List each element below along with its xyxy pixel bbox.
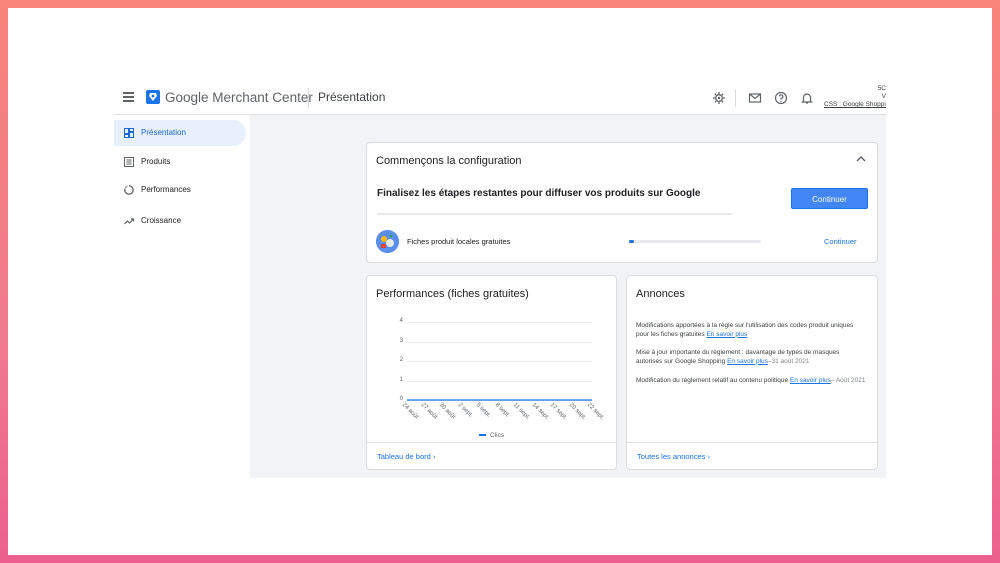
- mail-icon[interactable]: [748, 91, 762, 105]
- toolbar-divider: [735, 89, 736, 107]
- app-logo-text: Google Merchant Center: [165, 90, 313, 105]
- notifications-icon[interactable]: [800, 91, 814, 105]
- sidebar: Présentation Produits Performances Crois…: [114, 115, 250, 478]
- announcements-card-footer: Toutes les annonces ›: [627, 442, 877, 469]
- sidebar-item-label: Performances: [141, 185, 191, 194]
- account-id: 5C: [877, 85, 886, 92]
- account-css: CSS : Google Shopping: [824, 101, 886, 108]
- announcement-item: Mise à jour importante du règlement : da…: [636, 349, 866, 366]
- setup-card: Commençons la configuration Finalisez le…: [366, 142, 878, 263]
- sidebar-item-performances[interactable]: Performances: [114, 177, 246, 203]
- gear-icon[interactable]: [712, 91, 726, 105]
- announcement-item: Modifications apportées à la règle sur l…: [636, 322, 866, 339]
- task-progress-fill: [629, 240, 635, 243]
- announcement-date: –31 août 2021: [767, 357, 810, 365]
- learn-more-link[interactable]: En savoir plus: [706, 331, 747, 338]
- sidebar-item-croissance[interactable]: Croissance: [114, 208, 246, 234]
- dashboard-icon: [124, 128, 134, 138]
- task-continue-link[interactable]: Continuer: [824, 237, 857, 246]
- dashboard-link-label: Tableau de bord: [377, 452, 431, 461]
- continue-button[interactable]: Continuer: [791, 188, 868, 209]
- sidebar-item-label: Produits: [141, 157, 171, 166]
- learn-more-link[interactable]: En savoir plus: [790, 377, 831, 384]
- performance-card: Performances (fiches gratuites) 0 1 2 3 4 24 …: [366, 275, 617, 470]
- learn-more-link[interactable]: En savoir plus: [727, 358, 768, 365]
- merchant-center-logo-icon: [146, 90, 160, 104]
- sidebar-item-label: Présentation: [141, 128, 186, 137]
- chart-legend: Clics: [479, 432, 504, 439]
- announcements-card: Annonces Modifications apportées à la rè…: [626, 275, 878, 470]
- announcement-date: – Août 2021: [830, 377, 866, 384]
- sidebar-item-produits[interactable]: Produits: [114, 149, 246, 175]
- performance-card-footer: Tableau de bord ›: [367, 442, 616, 469]
- setup-progress-line: [377, 213, 733, 215]
- chevron-up-icon[interactable]: [855, 154, 867, 164]
- sidebar-item-presentation[interactable]: Présentation: [114, 120, 246, 146]
- account-switcher[interactable]: 5C V CSS : Google Shopping: [824, 85, 886, 109]
- donut-icon: [124, 185, 134, 195]
- list-icon: [124, 157, 134, 167]
- main-content: Commençons la configuration Finalisez le…: [250, 115, 886, 478]
- help-icon[interactable]: [774, 91, 788, 105]
- task-progress-bar: [629, 240, 761, 243]
- task-label: Fiches produit locales gratuites: [407, 237, 511, 246]
- header-divider: [308, 88, 309, 108]
- trending-up-icon: [124, 218, 134, 225]
- sidebar-item-label: Croissance: [141, 216, 182, 225]
- all-announcements-link[interactable]: Toutes les annonces ›: [637, 452, 710, 461]
- local-listings-avatar: [376, 230, 399, 253]
- legend-swatch: [479, 434, 486, 437]
- dashboard-link[interactable]: Tableau de bord ›: [377, 452, 435, 461]
- all-announcements-label: Toutes les annonces: [637, 452, 706, 461]
- account-line-2: V: [881, 93, 886, 100]
- legend-label: Clics: [490, 432, 505, 439]
- top-bar: Google Merchant Center Présentation 5C V…: [114, 82, 886, 115]
- local-listings-icon: [376, 230, 399, 253]
- announcements-card-title: Annonces: [636, 288, 685, 300]
- page-title: Présentation: [318, 90, 386, 104]
- clicks-chart: 0 1 2 3 4 24 août 27 août 30 août 2 sept. 5 sept.…: [367, 276, 618, 444]
- announcement-text: Modification du règlement relatif au con…: [636, 377, 789, 384]
- merchant-center-app: Google Merchant Center Présentation 5C V…: [114, 82, 886, 478]
- menu-icon[interactable]: [123, 92, 134, 102]
- announcement-item: Modification du règlement relatif au con…: [636, 377, 866, 386]
- setup-heading: Finalisez les étapes restantes pour diff…: [377, 188, 701, 199]
- setup-card-title: Commençons la configuration: [376, 155, 522, 167]
